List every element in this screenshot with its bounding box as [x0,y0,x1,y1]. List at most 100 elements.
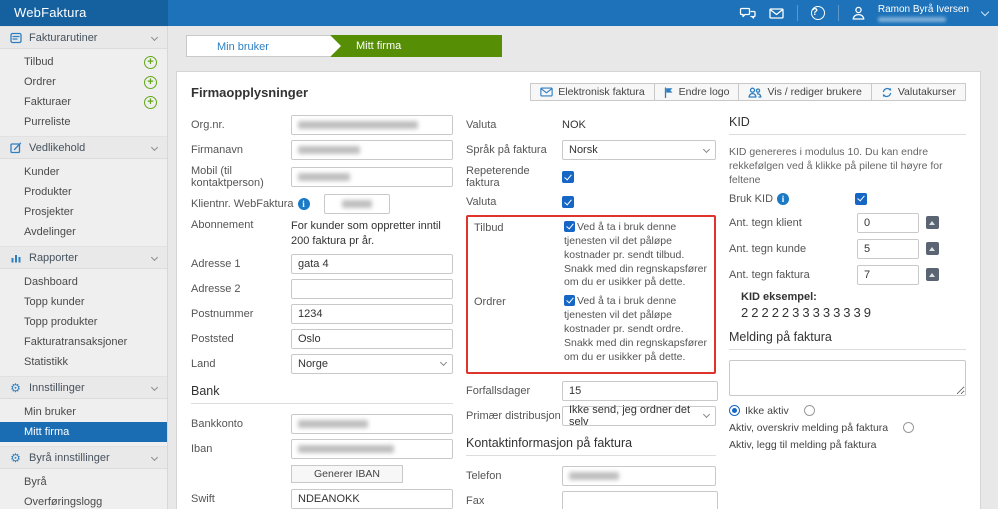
forfallsdager-input[interactable] [562,380,718,401]
sidebar-item-dashboard[interactable]: Dashboard [0,272,167,292]
form-row-valuta-checkbox: Valuta [466,194,716,210]
form-row-ant-tegn-kunde: Ant. tegn kunde [729,238,966,259]
field-label: Forfallsdager [466,384,531,397]
up-arrow-button[interactable] [926,216,939,230]
kontaktinfo-section-header: Kontaktinformasjon på faktura [466,436,716,456]
sidebar-item-label: Min bruker [24,406,76,418]
field-label: Swift [191,492,215,505]
field-label: Postnummer [191,307,254,320]
topbar-actions: Ramon Byrå Iversen [739,0,998,26]
field-label: Primær distribusjon [466,409,561,422]
sidebar-item-purreliste[interactable]: Purreliste [0,112,167,132]
note-text: Ved å ta i bruk denne tjenesten vil det … [564,221,707,289]
land-select[interactable]: Norge [291,353,453,374]
adresse1-input[interactable] [291,253,453,274]
iban-input[interactable] [291,438,453,459]
chevron-down-icon [702,145,711,153]
form-row-distribusjon: Primær distribusjon Ikke send, jeg ordne… [466,404,716,428]
info-icon[interactable] [777,192,790,205]
sidebar-item-statistikk[interactable]: Statistikk [0,352,167,372]
postnummer-input[interactable] [291,303,453,324]
ikke-aktiv-radio[interactable] [729,405,740,417]
sidebar-section-rapporter[interactable]: Rapporter [0,246,167,269]
klientnr-input[interactable] [323,194,390,214]
mobil-input[interactable] [291,167,453,187]
adresse2-input[interactable] [291,278,453,299]
melding-textarea[interactable] [729,359,966,396]
valuta-checkbox[interactable] [562,196,574,208]
up-arrow-button[interactable] [926,242,939,256]
poststed-input[interactable] [291,328,453,349]
info-icon[interactable] [297,198,310,210]
user-icon[interactable] [852,6,865,20]
gear-icon [9,451,22,464]
valutakurser-button[interactable]: Valutakurser [870,83,966,101]
vis-rediger-brukere-button[interactable]: Vis / rediger brukere [738,83,872,101]
repeterende-checkbox[interactable] [562,171,574,183]
sidebar-item-fakturaer[interactable]: Fakturaer [0,92,167,112]
redacted-value [341,200,372,208]
user-menu[interactable]: Ramon Byrå Iversen [877,4,969,22]
sidebar-item-fakturatransaksjoner[interactable]: Fakturatransaksjoner [0,332,167,352]
sidebar-item-avdelinger[interactable]: Avdelinger [0,222,167,242]
elektronisk-faktura-button[interactable]: Elektronisk faktura [530,83,655,101]
radio-label: Aktiv, legg til melding på faktura [729,438,877,451]
sidebar-item-topp-kunder[interactable]: Topp kunder [0,292,167,312]
ant-tegn-kunde-input[interactable] [857,238,919,259]
form-row-poststed: Poststed [191,328,453,349]
bankkonto-input[interactable] [291,413,453,434]
sidebar-item-min-bruker[interactable]: Min bruker [0,402,167,422]
distribusjon-select[interactable]: Ikke send, jeg ordner det selv [562,404,716,428]
ant-tegn-klient-input[interactable] [857,212,919,233]
sidebar-item-mitt-firma[interactable]: Mitt firma [0,422,167,442]
mail-icon[interactable] [769,7,784,19]
sidebar-item-label: Produkter [24,186,72,198]
tilbud-checkbox[interactable] [564,221,575,232]
sidebar-item-kunder[interactable]: Kunder [0,162,167,182]
sidebar-section-vedlikehold[interactable]: Vedlikehold [0,136,167,159]
sidebar-item-prosjekter[interactable]: Prosjekter [0,202,167,222]
chat-icon[interactable] [739,7,756,20]
sidebar-item-produkter[interactable]: Produkter [0,182,167,202]
endre-logo-button[interactable]: Endre logo [653,83,740,101]
sidebar-item-topp-produkter[interactable]: Topp produkter [0,312,167,332]
field-label: Adresse 2 [191,282,241,295]
sidebar-item-overforingslogg[interactable]: Overføringslogg [0,492,167,509]
app-logo[interactable]: WebFaktura [0,0,168,26]
button-label: Elektronisk faktura [558,86,645,98]
swift-input[interactable] [291,488,453,509]
field-label: Ant. tegn klient [729,216,802,229]
sidebar-items-group: Tilbud Ordrer Fakturaer Purreliste [0,49,167,136]
sidebar-section-fakturarutiner[interactable]: Fakturarutiner [0,26,167,49]
field-label: Land [191,357,216,370]
sidebar-item-byra[interactable]: Byrå [0,472,167,492]
sidebar-section-byra-innstillinger[interactable]: Byrå innstillinger [0,446,167,469]
help-icon[interactable] [810,6,825,20]
aktiv-legg-til-radio[interactable] [903,422,915,434]
valuta-value: NOK [562,119,586,131]
tab-mitt-firma[interactable]: Mitt firma [330,35,502,57]
sidebar-item-tilbud[interactable]: Tilbud [0,52,167,72]
up-arrow-button[interactable] [926,268,939,282]
firmanavn-input[interactable] [291,140,453,160]
field-label: Poststed [191,332,234,345]
plus-circle-icon[interactable] [144,75,157,89]
bruk-kid-checkbox[interactable] [855,192,868,205]
orgnr-input[interactable] [291,115,453,135]
ordrer-checkbox[interactable] [564,295,575,307]
sidebar-item-ordrer[interactable]: Ordrer [0,72,167,92]
plus-circle-icon[interactable] [144,55,157,69]
fax-input[interactable] [562,490,718,509]
sidebar-item-label: Topp produkter [24,316,98,328]
ant-tegn-faktura-input[interactable] [857,264,919,285]
sprak-select[interactable]: Norsk [562,140,716,160]
form-columns: Org.nr. Firmanavn Mobil (til kontaktpers… [191,115,966,509]
chevron-down-icon[interactable] [980,7,990,16]
aktiv-overskriv-radio[interactable] [803,405,815,417]
plus-circle-icon[interactable] [144,95,157,109]
field-label: Fax [466,494,485,507]
generer-iban-button[interactable]: Generer IBAN [291,464,403,483]
sidebar-section-innstillinger[interactable]: Innstillinger [0,376,167,399]
telefon-input[interactable] [562,465,716,486]
tab-min-bruker[interactable]: Min bruker [186,35,341,57]
